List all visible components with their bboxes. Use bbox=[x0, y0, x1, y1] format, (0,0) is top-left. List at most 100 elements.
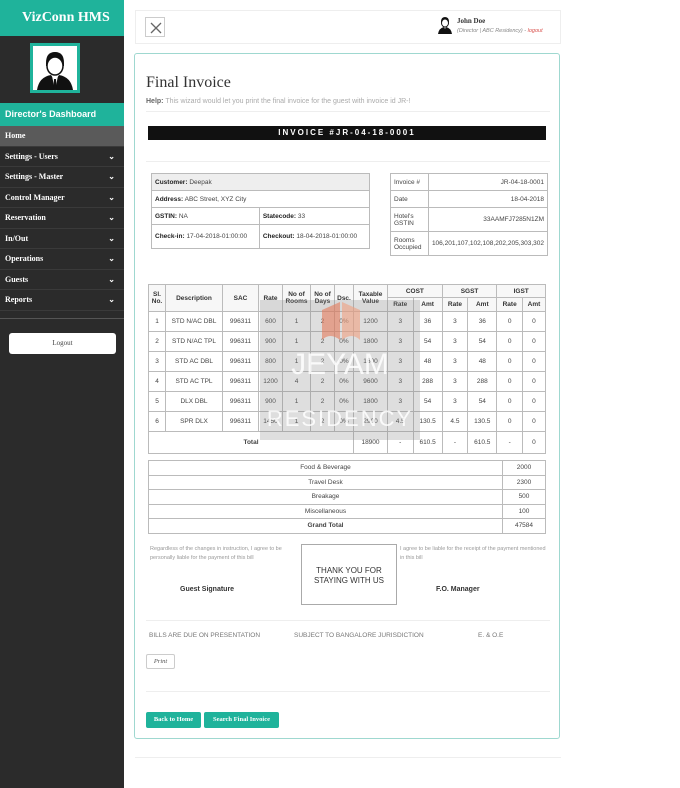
total-sgst-amt: 610.5 bbox=[467, 431, 498, 454]
thank-you-box: THANK YOU FOR STAYING WITH US bbox=[301, 544, 397, 605]
sidebar-item-control-manager[interactable]: Control Manager ⌄ bbox=[0, 188, 124, 208]
dashboard-title: Director's Dashboard bbox=[0, 103, 124, 126]
thank-you-line-1: THANK YOU FOR bbox=[316, 566, 382, 575]
help-text: Help: This wizard would let you print th… bbox=[146, 98, 410, 105]
address-cell: Address: ABC Street, XYZ City bbox=[151, 190, 370, 208]
cell-cost-amt: 130.5 bbox=[412, 411, 443, 432]
checkout-cell: Checkout: 18-04-2018-01:00:00 bbox=[258, 224, 371, 249]
total-igst-rate: - bbox=[496, 431, 523, 454]
sidebar-item-reports[interactable]: Reports ⌄ bbox=[0, 290, 124, 311]
cell-sac: 996311 bbox=[222, 311, 259, 332]
cell-cost-amt: 48 bbox=[412, 351, 443, 372]
cell-rooms: 1 bbox=[282, 331, 311, 352]
chevron-down-icon: ⌄ bbox=[108, 274, 115, 284]
chevron-down-icon: ⌄ bbox=[108, 151, 115, 161]
help-label: Help: bbox=[146, 98, 164, 105]
cell-cost-amt: 36 bbox=[412, 311, 443, 332]
back-to-home-button[interactable]: Back to Home bbox=[146, 712, 201, 728]
eoe-note: E. & O.E bbox=[478, 632, 504, 639]
cell-sac: 996311 bbox=[222, 391, 259, 412]
sidebar: VizConn HMS Director's Dashboard Home Se… bbox=[0, 0, 124, 788]
item-rows: 1 STD N/AC DBL 996311 600 1 2 0% 1200 3 36 3 36 0 0 2 S… bbox=[148, 311, 547, 432]
sidebar-item-label: In/Out bbox=[5, 233, 29, 243]
cell-igst-rate: 0 bbox=[496, 331, 523, 352]
col-igst: IGST bbox=[496, 284, 546, 298]
divider bbox=[146, 111, 550, 112]
user-name: John Doe bbox=[457, 17, 486, 25]
cell-taxable: 1800 bbox=[353, 391, 388, 412]
app-brand[interactable]: VizConn HMS bbox=[0, 0, 124, 36]
extra-rows: Food & Beverage 2000 Travel Desk 2300 Breaka… bbox=[148, 460, 546, 534]
header-logout-link[interactable]: logout bbox=[528, 28, 543, 34]
cell-rate: 600 bbox=[258, 311, 283, 332]
address-label: Address: bbox=[155, 195, 184, 203]
hotel-gstin-value: 33AAMFJ7285N1ZM bbox=[427, 207, 549, 232]
cell-dsc: 0% bbox=[334, 311, 354, 332]
cell-igst-amt: 0 bbox=[521, 331, 547, 352]
logout-button[interactable]: Logout bbox=[9, 333, 116, 354]
cell-cost-rate: 3 bbox=[387, 391, 414, 412]
table-row: 1 STD N/AC DBL 996311 600 1 2 0% 1200 3 36 3 36 0 0 bbox=[148, 311, 547, 332]
cell-days: 2 bbox=[310, 391, 335, 412]
statecode-cell: Statecode: 33 bbox=[258, 207, 371, 225]
page-title: Final Invoice bbox=[146, 74, 231, 91]
sidebar-item-reservation[interactable]: Reservation ⌄ bbox=[0, 208, 124, 229]
print-button[interactable]: Print bbox=[146, 654, 175, 669]
cell-rate: 900 bbox=[258, 331, 283, 352]
extras-table: Food & Beverage 2000 Travel Desk 2300 Breaka… bbox=[148, 460, 546, 534]
date-label: Date bbox=[390, 190, 429, 208]
sidebar-item-in-out[interactable]: In/Out ⌄ bbox=[0, 229, 124, 249]
cell-sl: 4 bbox=[148, 371, 166, 392]
cell-cost-amt: 54 bbox=[412, 391, 443, 412]
chevron-down-icon: ⌄ bbox=[108, 254, 115, 263]
cell-igst-amt: 0 bbox=[521, 311, 547, 332]
cell-sgst-rate: 3 bbox=[441, 391, 469, 412]
cell-igst-rate: 0 bbox=[496, 411, 523, 432]
sidebar-item-label: Operations bbox=[5, 254, 44, 263]
col-igst-amt: Amt bbox=[521, 297, 547, 312]
cell-sgst-amt: 54 bbox=[467, 331, 498, 352]
sidebar-item-label: Settings - Master bbox=[5, 172, 64, 181]
chevron-down-icon: ⌄ bbox=[108, 172, 115, 181]
close-icon[interactable] bbox=[145, 17, 165, 37]
sidebar-item-operations[interactable]: Operations ⌄ bbox=[0, 249, 124, 270]
cell-rooms: 1 bbox=[282, 311, 311, 332]
col-sac: SAC bbox=[222, 284, 259, 312]
cell-rate: 900 bbox=[258, 391, 283, 412]
sidebar-item-guests[interactable]: Guests ⌄ bbox=[0, 270, 124, 290]
cell-desc: STD AC TPL bbox=[165, 371, 223, 392]
cell-sl: 5 bbox=[148, 391, 166, 412]
sidebar-divider bbox=[0, 318, 124, 319]
receipt-liability-note: I agree to be liable for the receipt of … bbox=[400, 546, 546, 561]
cell-sl: 3 bbox=[148, 351, 166, 372]
sidebar-item-home[interactable]: Home bbox=[0, 126, 124, 147]
chevron-down-icon: ⌄ bbox=[108, 233, 115, 243]
help-body: This wizard would let you print the fina… bbox=[165, 98, 411, 105]
search-final-invoice-button[interactable]: Search Final Invoice bbox=[204, 712, 279, 728]
rooms-label: Rooms Occupied bbox=[390, 231, 429, 256]
divider bbox=[146, 620, 550, 621]
user-role-text: (Director | ABC Residency) - bbox=[457, 28, 527, 34]
cell-days: 2 bbox=[310, 351, 335, 372]
table-row: 5 DLX DBL 996311 900 1 2 0% 1800 3 54 3 54 0 0 bbox=[148, 391, 547, 412]
cell-desc: SPR DLX bbox=[165, 411, 223, 432]
cell-rooms: 1 bbox=[282, 351, 311, 372]
table-row: 3 STD AC DBL 996311 800 1 2 0% 1600 3 48 3 48 0 0 bbox=[148, 351, 547, 372]
cell-rate: 1200 bbox=[258, 371, 283, 392]
total-taxable: 18900 bbox=[353, 431, 388, 454]
sidebar-menu: Home Settings - Users ⌄ Settings - Master… bbox=[0, 126, 124, 311]
sidebar-item-settings-users[interactable]: Settings - Users ⌄ bbox=[0, 147, 124, 167]
col-taxable: Taxable Value bbox=[353, 284, 388, 312]
customer-table: Customer: Deepak Address: ABC Street, XY… bbox=[151, 173, 371, 249]
checkin-value: 17-04-2018-01:00:00 bbox=[186, 233, 248, 240]
cell-days: 2 bbox=[310, 411, 335, 432]
customer-value: Deepak bbox=[189, 178, 212, 186]
extra-label: Food & Beverage bbox=[148, 460, 503, 476]
cell-sgst-amt: 48 bbox=[467, 351, 498, 372]
sidebar-item-label: Reports bbox=[5, 295, 33, 304]
extra-amount: 2300 bbox=[502, 474, 546, 490]
checkin-cell: Check-in: 17-04-2018-01:00:00 bbox=[151, 224, 260, 249]
extra-label: Miscellaneous bbox=[148, 503, 503, 519]
sidebar-item-settings-master[interactable]: Settings - Master ⌄ bbox=[0, 167, 124, 188]
col-desc: Description bbox=[165, 284, 223, 312]
